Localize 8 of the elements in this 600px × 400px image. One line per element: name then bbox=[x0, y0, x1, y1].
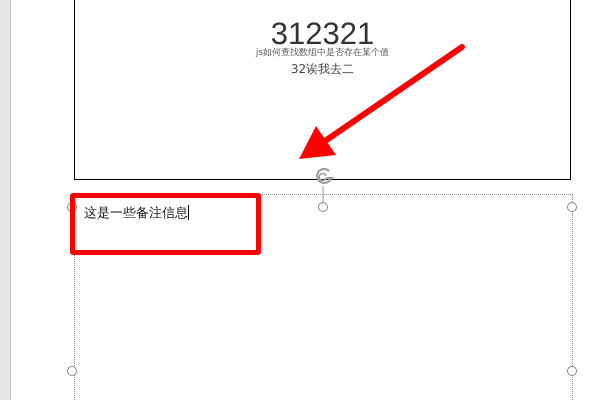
resize-handle[interactable] bbox=[567, 202, 577, 212]
resize-handle[interactable] bbox=[67, 366, 77, 376]
resize-handle[interactable] bbox=[318, 202, 328, 212]
slide-subtitle: js如何查找数组中是否存在某个值 bbox=[256, 48, 390, 59]
notes-text: 这是一些备注信息 bbox=[84, 206, 188, 222]
rotate-handle-icon[interactable] bbox=[316, 168, 334, 184]
resize-handle[interactable] bbox=[567, 366, 577, 376]
slide-text: 32诶我去二 bbox=[290, 61, 354, 77]
